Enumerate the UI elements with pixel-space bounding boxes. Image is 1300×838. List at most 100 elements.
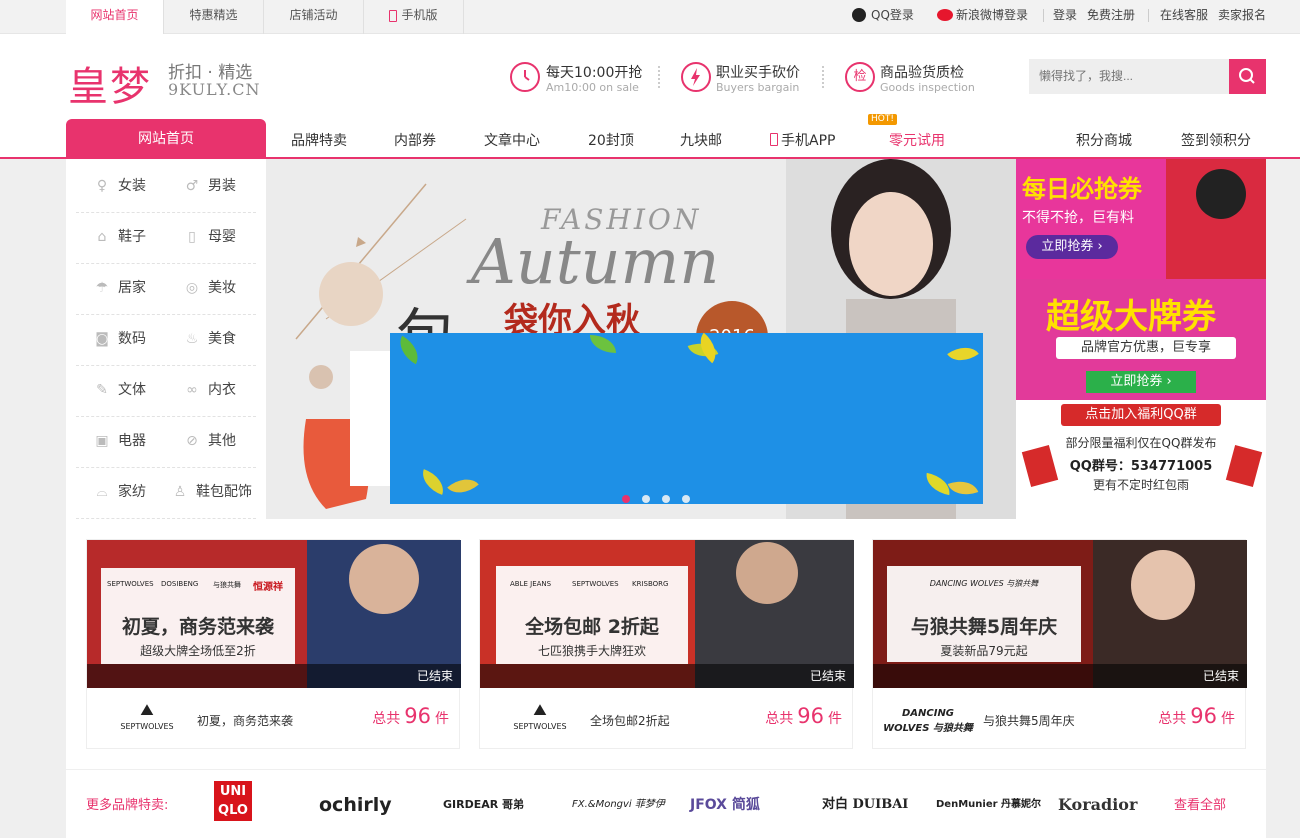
leaf-icon — [590, 335, 616, 353]
nav-free-trial[interactable]: 零元试用 — [889, 130, 945, 150]
promo-grab-button[interactable]: 立即抢券 › — [1026, 235, 1118, 259]
leaf-icon — [393, 335, 425, 365]
card-status: 已结束 — [87, 664, 461, 688]
nav-points-mall[interactable]: 积分商城 — [1076, 130, 1132, 150]
promo-qq-group[interactable]: 点击加入福利QQ群 部分限量福利仅在QQ群发布 QQ群号：534771005 更… — [1016, 400, 1266, 519]
cup-icon: ♨ — [185, 331, 199, 347]
nav-checkin[interactable]: 签到领积分 — [1181, 130, 1251, 150]
card-count: 96 — [1190, 704, 1217, 728]
card-total-prefix: 总共 — [1158, 711, 1187, 727]
carousel-dot[interactable] — [682, 495, 690, 503]
carousel-dot-active[interactable] — [622, 495, 630, 503]
brand-logo-ochirly[interactable]: ochirly — [319, 790, 392, 820]
register-link[interactable]: 免费注册 — [1087, 0, 1135, 30]
card-unit: 件 — [435, 711, 449, 727]
card-text-box: DANCING WOLVES 与狼共舞 与狼共舞5周年庆 夏装新品79元起 — [887, 566, 1081, 662]
brand-logo-girdear[interactable]: GIRDEAR 哥弟 — [443, 790, 524, 820]
heel-icon: ⌂ — [97, 229, 107, 245]
promo-grab-button[interactable]: 立即抢券 › — [1086, 371, 1196, 393]
login-link[interactable]: 登录 — [1053, 0, 1077, 30]
card-unit: 件 — [1221, 711, 1235, 727]
brand-logo-koradior[interactable]: Koradior — [1058, 790, 1137, 820]
brand-logo-fx-mongvi[interactable]: FX.&Mongvi 菲梦伊 — [572, 790, 665, 820]
category-sidebar: ♀ 女装 ♂ 男装 ⌂ 鞋子 ▯ 母婴 ☂ 居家 ◎ 美妆 ◙ 数码 ♨ 美食 ✎ 文体 ∞ 内衣 … — [66, 159, 266, 519]
card-total: 总共 96 件 — [765, 704, 842, 728]
card-brand-logo: KRISBORG — [632, 580, 669, 588]
feature-sub: Am10:00 on sale — [546, 81, 639, 94]
search-button[interactable] — [1229, 59, 1266, 94]
promo-model-head — [1196, 169, 1246, 219]
shirt-icon: ♂ — [185, 178, 199, 194]
brand-logo-jfox[interactable]: JFOX 简狐 — [690, 790, 760, 820]
top-tab-shop-events[interactable]: 店铺活动 — [264, 0, 364, 34]
card-text-box: ABLE JEANS SEPTWOLVES KRISBORG 全场包邮 2折起 … — [496, 566, 688, 664]
brand-card[interactable]: DANCING WOLVES 与狼共舞 与狼共舞5周年庆 夏装新品79元起 已结… — [872, 539, 1247, 749]
nav-mobile-app[interactable]: 手机APP — [770, 130, 835, 150]
nav-9-yuan[interactable]: 九块邮 — [680, 130, 722, 150]
nav-brand-sale[interactable]: 品牌特卖 — [291, 130, 347, 150]
card-brand-logo: 恒源祥 — [253, 582, 283, 593]
card-footer-logo: ⛰ SEPTWOLVES — [107, 700, 187, 740]
brand-card[interactable]: SEPTWOLVES DOSIBENG 与狼共舞 恒源祥 初夏，商务范来袭 超级… — [86, 539, 461, 749]
qq-join-button[interactable]: 点击加入福利QQ群 — [1061, 404, 1221, 426]
top-tab-deals[interactable]: 特惠精选 — [164, 0, 264, 34]
category-label: 文体 — [118, 382, 146, 398]
ad-overlay[interactable] — [390, 332, 983, 504]
view-all-brands-link[interactable]: 查看全部 — [1174, 794, 1226, 813]
category-label: 鞋子 — [118, 229, 146, 245]
category-other[interactable]: ⊘ 其他 — [182, 416, 272, 467]
brand-card[interactable]: ABLE JEANS SEPTWOLVES KRISBORG 全场包邮 2折起 … — [479, 539, 854, 749]
category-stationery[interactable]: ✎ 文体 — [92, 365, 182, 416]
weibo-login-link[interactable]: 新浪微博登录 — [956, 0, 1028, 30]
card-count: 96 — [404, 704, 431, 728]
card-title: 与狼共舞5周年庆 — [910, 616, 1058, 638]
seller-signup-link[interactable]: 卖家报名 — [1218, 0, 1266, 30]
category-digital[interactable]: ◙ 数码 — [92, 314, 182, 365]
nav-20-cap[interactable]: 20封顶 — [588, 130, 634, 150]
search-input[interactable] — [1029, 59, 1229, 94]
category-baby[interactable]: ▯ 母婴 — [182, 212, 272, 263]
category-label: 数码 — [118, 331, 146, 347]
category-shoes[interactable]: ⌂ 鞋子 — [92, 212, 182, 263]
promo-daily-coupon[interactable]: 每日必抢券 不得不抢，巨有料 立即抢券 › — [1016, 159, 1266, 279]
nav-internal-coupons[interactable]: 内部券 — [394, 130, 436, 150]
category-label: 家纺 — [118, 484, 146, 500]
card-model-face — [1131, 550, 1195, 620]
card-subtitle: 夏装新品79元起 — [940, 644, 1028, 658]
carousel-dot[interactable] — [662, 495, 670, 503]
category-food[interactable]: ♨ 美食 — [182, 314, 272, 365]
carousel-dot[interactable] — [642, 495, 650, 503]
category-women[interactable]: ♀ 女装 — [92, 161, 182, 212]
category-appliances[interactable]: ▣ 电器 — [92, 416, 182, 467]
card-brand-logo: 与狼共舞 — [213, 581, 241, 589]
category-underwear[interactable]: ∞ 内衣 — [182, 365, 272, 416]
divider — [1043, 9, 1044, 22]
category-home[interactable]: ☂ 居家 — [92, 263, 182, 314]
brand-logo-denmunier[interactable]: DenMunier 丹慕妮尔 — [936, 790, 1041, 820]
card-model-face — [736, 542, 798, 604]
customer-service-link[interactable]: 在线客服 — [1160, 0, 1208, 30]
nav-home[interactable]: 网站首页 — [66, 119, 266, 157]
more-brands-label: 更多品牌特卖: — [86, 798, 169, 813]
promo-big-brand-coupon[interactable]: 超级大牌券 品牌官方优惠，巨专享 立即抢券 › — [1016, 279, 1266, 400]
brand-logo-duibai[interactable]: 对白 DUIBAI — [822, 790, 908, 820]
phone-icon — [770, 133, 778, 146]
qq-login-link[interactable]: QQ登录 — [871, 0, 914, 30]
card-footer-logo: DANCING WOLVES 与狼共舞 — [883, 700, 973, 740]
brand-logo-uniqlo[interactable]: UNI QLO — [214, 781, 252, 821]
category-bags[interactable]: ♙ 鞋包配饰 — [170, 467, 266, 518]
logo[interactable]: 皇梦 — [68, 54, 152, 112]
card-name: 全场包邮2折起 — [590, 714, 670, 728]
category-men[interactable]: ♂ 男装 — [182, 161, 272, 212]
card-footer-logo-text: SEPTWOLVES — [513, 722, 567, 731]
logo-domain: 9KULY.CN — [168, 80, 261, 99]
top-tab-mobile[interactable]: 手机版 — [364, 0, 464, 34]
category-beauty[interactable]: ◎ 美妆 — [182, 263, 272, 314]
nav-articles[interactable]: 文章中心 — [484, 130, 540, 150]
card-image: DANCING WOLVES 与狼共舞 与狼共舞5周年庆 夏装新品79元起 已结… — [873, 540, 1247, 688]
category-textiles[interactable]: ⌓ 家纺 — [92, 467, 182, 518]
category-label: 其他 — [208, 433, 236, 449]
top-tab-home[interactable]: 网站首页 — [66, 0, 164, 34]
cosmetics-icon: ◎ — [185, 280, 199, 296]
leaf-icon — [447, 470, 479, 502]
